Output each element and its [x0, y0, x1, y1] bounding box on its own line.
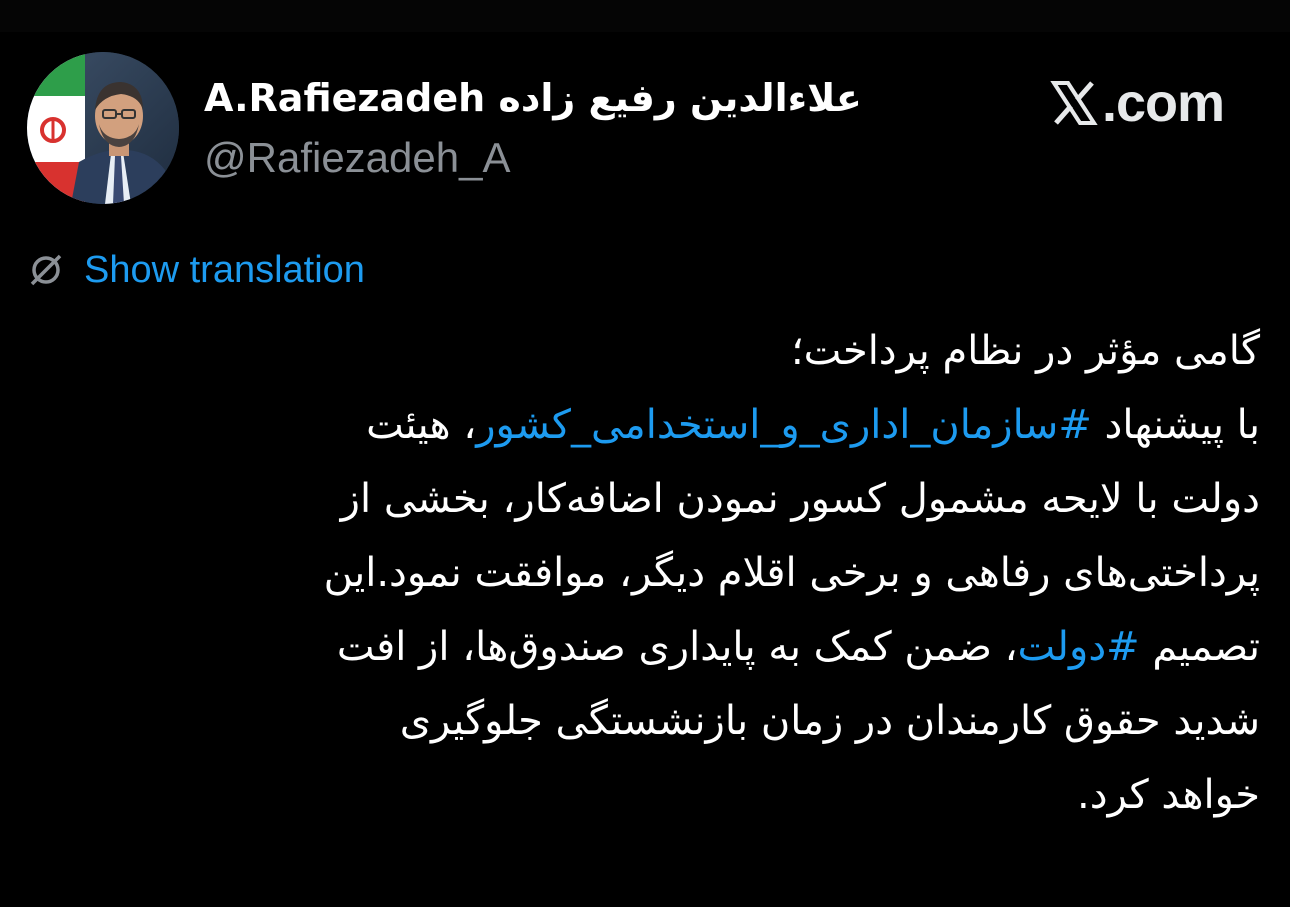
- tweet-line: پرداختی‌های رفاهی و برخی اقلام دیگر، موا…: [323, 550, 1260, 596]
- brand-text: .com: [1102, 73, 1225, 133]
- top-strip: [0, 0, 1290, 32]
- author-handle[interactable]: @Rafiezadeh_A: [204, 134, 511, 182]
- tweet-text-fragment: ، هیئت: [366, 402, 477, 448]
- x-logo-icon: [1050, 81, 1098, 125]
- tweet-line: گامی مؤثر در نظام پرداخت؛: [790, 328, 1260, 374]
- tweet-line: خواهد کرد.: [1077, 772, 1260, 818]
- avatar[interactable]: [27, 52, 179, 204]
- tweet-line: با پیشنهاد #سازمان_اداری_و_استخدامی_کشور…: [30, 388, 1260, 462]
- tweet-text-fragment: ، ضمن کمک به پایداری صندوق‌ها، از افت: [336, 624, 1018, 670]
- globe-icon: [30, 254, 62, 286]
- brand-watermark: .com: [1050, 72, 1225, 134]
- author-name-row: A.Rafiezadeh علاءالدین رفیع زاده: [204, 70, 862, 126]
- author-display-name[interactable]: A.Rafiezadeh علاءالدین رفیع زاده: [204, 76, 862, 120]
- avatar-photo: [27, 52, 179, 204]
- show-translation-link[interactable]: Show translation: [84, 249, 365, 292]
- tweet-line: دولت با لایحه مشمول کسور نمودن اضافه‌کار…: [340, 476, 1260, 522]
- tweet-text-fragment: با پیشنهاد: [1091, 402, 1260, 448]
- tweet-text: گامی مؤثر در نظام پرداخت؛ با پیشنهاد #سا…: [30, 314, 1260, 832]
- hashtag-link[interactable]: #سازمان_اداری_و_استخدامی_کشور: [476, 402, 1092, 448]
- tweet-text-fragment: تصمیم: [1139, 624, 1260, 670]
- hashtag-link[interactable]: #دولت: [1018, 624, 1140, 670]
- show-translation-row[interactable]: Show translation: [26, 246, 365, 294]
- tweet-line: تصمیم #دولت، ضمن کمک به پایداری صندوق‌ها…: [30, 610, 1260, 684]
- tweet-line: شدید حقوق کارمندان در زمان بازنشستگی جلو…: [399, 698, 1260, 744]
